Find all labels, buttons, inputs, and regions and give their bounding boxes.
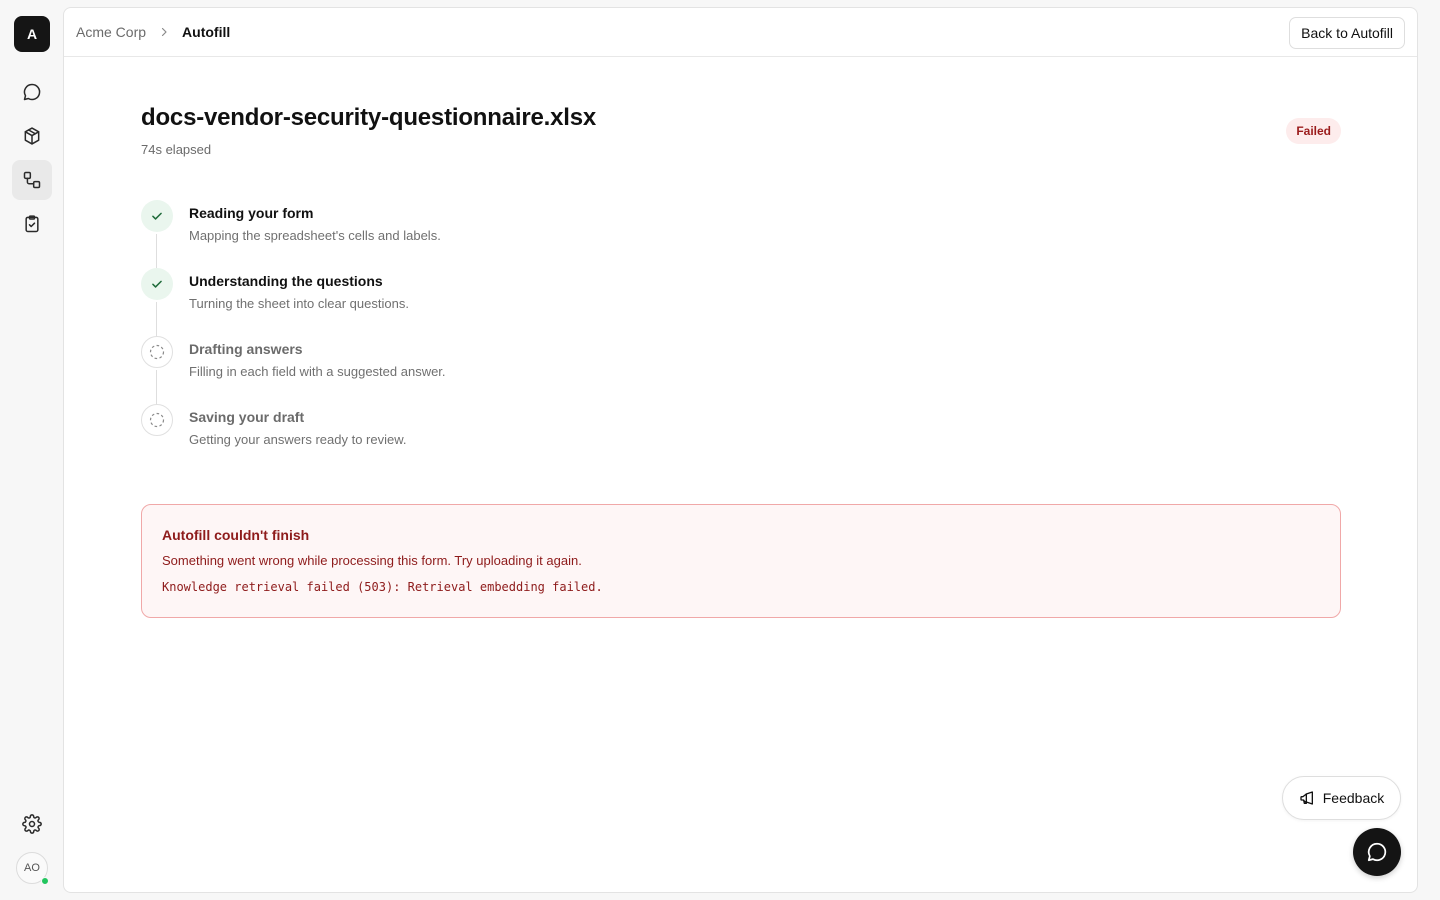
sidebar: A AO xyxy=(0,0,64,900)
step-item: Saving your draft Getting your answers r… xyxy=(141,404,741,464)
error-message: Something went wrong while processing th… xyxy=(162,553,582,568)
workflow-icon xyxy=(23,171,41,189)
check-icon xyxy=(141,200,173,232)
error-title: Autofill couldn't finish xyxy=(162,527,310,543)
step-item: Understanding the questions Turning the … xyxy=(141,268,741,338)
main-panel: Acme Corp Autofill Back to Autofill docs… xyxy=(63,7,1418,893)
breadcrumb-current: Autofill xyxy=(182,24,231,40)
step-description: Turning the sheet into clear questions. xyxy=(189,296,409,311)
step-item: Reading your form Mapping the spreadshee… xyxy=(141,200,741,270)
megaphone-icon xyxy=(1300,791,1313,805)
sidebar-item-products[interactable] xyxy=(12,116,52,156)
chat-bubble-icon xyxy=(1367,842,1387,862)
breadcrumb: Acme Corp Autofill xyxy=(76,8,230,56)
check-icon xyxy=(141,268,173,300)
cube-icon xyxy=(24,127,40,145)
step-description: Getting your answers ready to review. xyxy=(189,432,407,447)
status-badge: Failed xyxy=(1286,118,1341,144)
online-status-dot xyxy=(41,877,49,885)
clipboard-check-icon xyxy=(25,215,39,233)
support-chat-button[interactable] xyxy=(1353,828,1401,876)
workspace-logo[interactable]: A xyxy=(14,16,50,52)
sidebar-item-reviews[interactable] xyxy=(12,204,52,244)
chat-bubble-icon xyxy=(23,83,41,101)
step-connector xyxy=(156,370,157,406)
error-alert: Autofill couldn't finish Something went … xyxy=(141,504,1341,618)
page-title: docs-vendor-security-questionnaire.xlsx xyxy=(141,104,596,131)
step-connector xyxy=(156,234,157,270)
feedback-label: Feedback xyxy=(1322,790,1385,806)
chevron-right-icon xyxy=(158,26,170,38)
step-title: Saving your draft xyxy=(189,409,305,425)
step-title: Reading your form xyxy=(189,205,314,221)
top-bar: Acme Corp Autofill Back to Autofill xyxy=(64,8,1417,57)
back-to-autofill-button[interactable]: Back to Autofill xyxy=(1289,17,1405,49)
step-item: Drafting answers Filling in each field w… xyxy=(141,336,741,406)
pending-circle-icon xyxy=(141,404,173,436)
feedback-button[interactable]: Feedback xyxy=(1282,776,1401,820)
step-description: Filling in each field with a suggested a… xyxy=(189,364,446,379)
settings-button[interactable] xyxy=(12,804,52,844)
step-connector xyxy=(156,302,157,338)
step-title: Drafting answers xyxy=(189,341,303,357)
elapsed-time: 74s elapsed xyxy=(141,142,212,157)
breadcrumb-parent-link[interactable]: Acme Corp xyxy=(76,24,146,40)
pending-circle-icon xyxy=(141,336,173,368)
sidebar-item-autofill[interactable] xyxy=(12,160,52,200)
step-description: Mapping the spreadsheet's cells and labe… xyxy=(189,228,441,243)
step-title: Understanding the questions xyxy=(189,273,383,289)
error-detail: Knowledge retrieval failed (503): Retrie… xyxy=(162,580,603,594)
sidebar-item-chat[interactable] xyxy=(12,72,52,112)
gear-icon xyxy=(22,814,42,834)
